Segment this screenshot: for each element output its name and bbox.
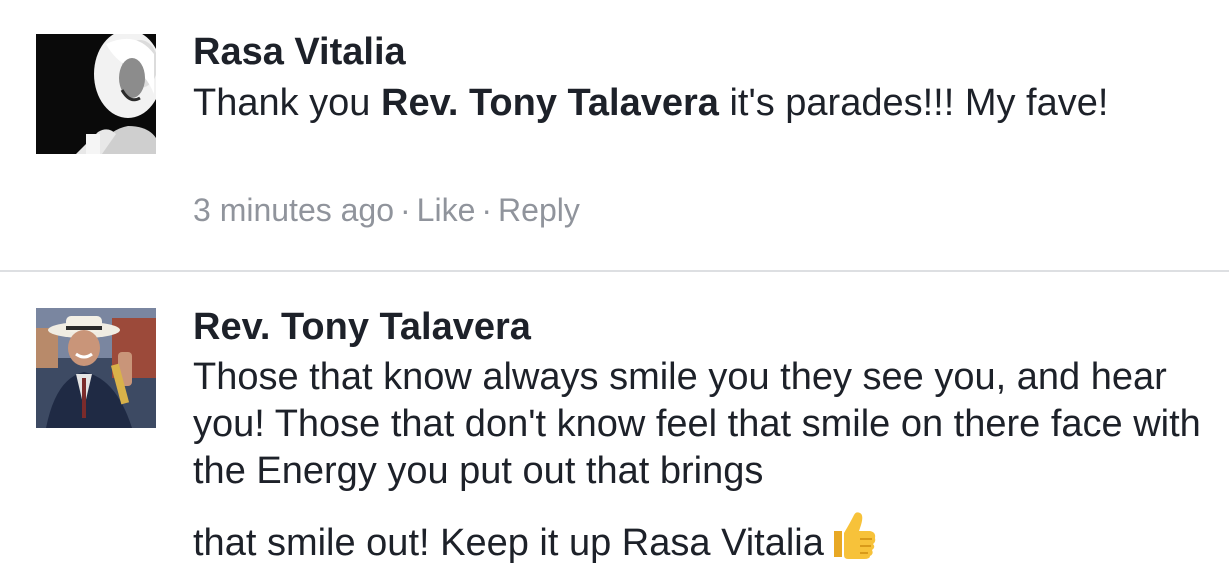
comment-rasa-vitalia: Rasa Vitalia Thank you Rev. Tony Talaver… <box>0 0 1229 270</box>
comment-text-last: that smile out! Keep it up Rasa Vitalia <box>193 522 824 564</box>
meta-separator: · <box>400 192 411 228</box>
mention-link[interactable]: Rev. Tony Talavera <box>381 82 719 124</box>
comment-text: Thank you Rev. Tony Talavera it's parade… <box>193 80 1203 127</box>
comment-text-last-line: that smile out! Keep it up Rasa Vitalia <box>193 509 878 573</box>
comment-text-before: Thank you <box>193 82 381 124</box>
comment-text: Those that know always smile you they se… <box>193 354 1203 573</box>
reply-button[interactable]: Reply <box>498 192 580 228</box>
thumbs-up-icon <box>826 509 878 573</box>
comment-author[interactable]: Rasa Vitalia <box>193 30 406 74</box>
timestamp[interactable]: 3 minutes ago <box>193 192 394 228</box>
avatar[interactable] <box>36 308 156 428</box>
avatar-photo-tony <box>36 308 156 428</box>
avatar[interactable] <box>36 34 156 154</box>
comment-meta: 3 minutes ago · Like · Reply <box>193 190 580 230</box>
like-button[interactable]: Like <box>417 192 476 228</box>
avatar-photo-rasa <box>36 34 156 154</box>
comment-text-after: it's parades!!! My fave! <box>718 82 1109 124</box>
comment-author[interactable]: Rev. Tony Talavera <box>193 305 531 349</box>
meta-separator: · <box>481 192 493 228</box>
comment-text-main: Those that know always smile you they se… <box>193 356 1201 492</box>
comment-tony-talavera: Rev. Tony Talavera Those that know alway… <box>0 272 1229 579</box>
